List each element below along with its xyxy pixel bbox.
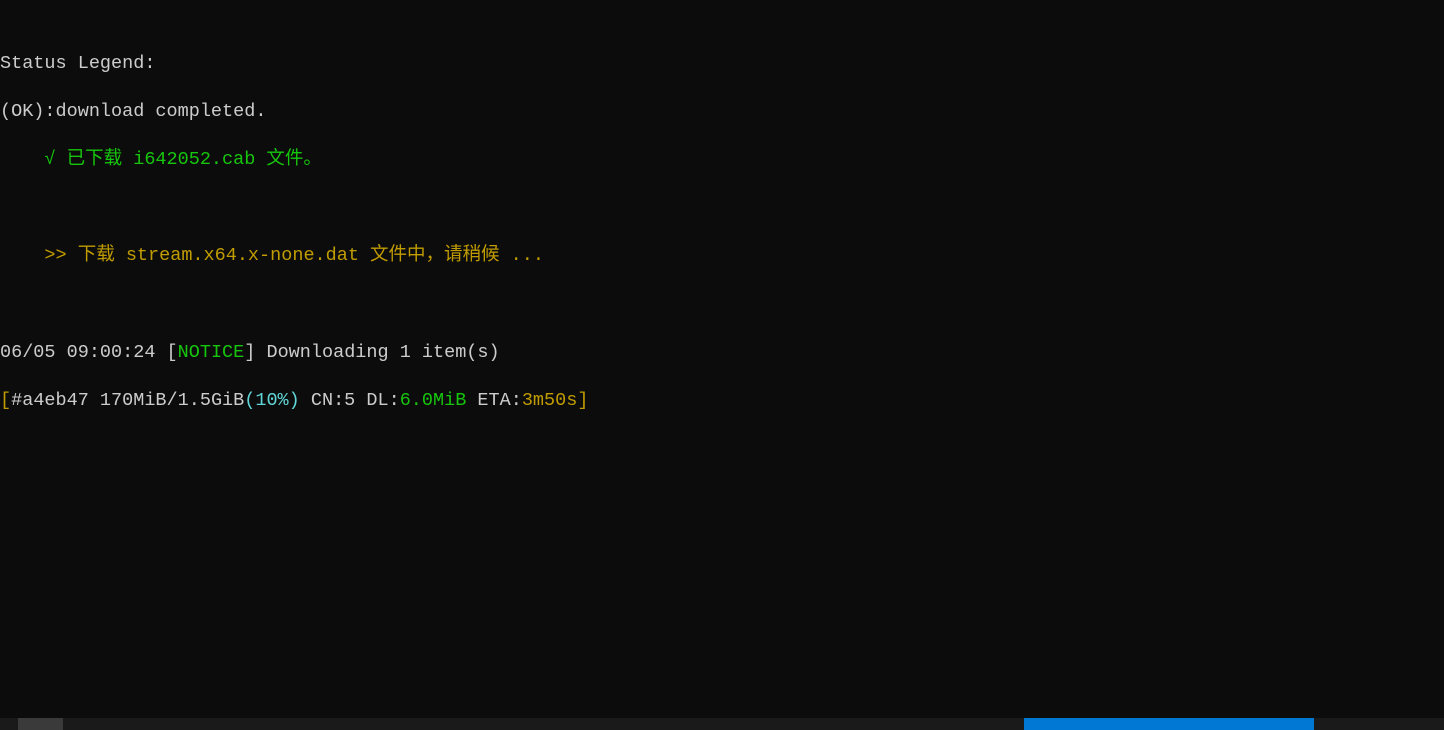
notice-bracket-close: ] <box>244 342 255 363</box>
blank-line <box>0 293 1444 317</box>
downloaded-file-line: √ 已下载 i642052.cab 文件。 <box>0 148 1444 172</box>
notice-label: NOTICE <box>178 342 245 363</box>
notice-message: Downloading 1 item(s) <box>255 342 499 363</box>
progress-bracket-close: ] <box>577 390 588 411</box>
downloading-file-line: >> 下载 stream.x64.x-none.dat 文件中，请稍候 ... <box>0 244 1444 268</box>
progress-percent: (10%) <box>244 390 300 411</box>
progress-id-size: #a4eb47 170MiB/1.5GiB <box>11 390 244 411</box>
status-legend-ok: (OK):download completed. <box>0 100 1444 124</box>
notice-timestamp: 06/05 09:00:24 <box>0 342 167 363</box>
blank-line <box>0 196 1444 220</box>
progress-line: [#a4eb47 170MiB/1.5GiB(10%) CN:5 DL:6.0M… <box>0 389 1444 413</box>
taskbar-tray <box>1314 718 1444 730</box>
progress-eta-prefix: ETA: <box>466 390 522 411</box>
taskbar-segment <box>18 718 63 730</box>
progress-bracket-open: [ <box>0 390 11 411</box>
terminal-output[interactable]: Status Legend: (OK):download completed. … <box>0 28 1444 437</box>
progress-eta-value: 3m50s <box>522 390 578 411</box>
taskbar-active-window[interactable] <box>1024 718 1314 730</box>
status-legend-header: Status Legend: <box>0 52 1444 76</box>
notice-line: 06/05 09:00:24 [NOTICE] Downloading 1 it… <box>0 341 1444 365</box>
notice-bracket-open: [ <box>167 342 178 363</box>
progress-dl-speed: 6.0MiB <box>400 390 467 411</box>
taskbar <box>0 718 1444 730</box>
progress-cn-dl-prefix: CN:5 DL: <box>300 390 400 411</box>
